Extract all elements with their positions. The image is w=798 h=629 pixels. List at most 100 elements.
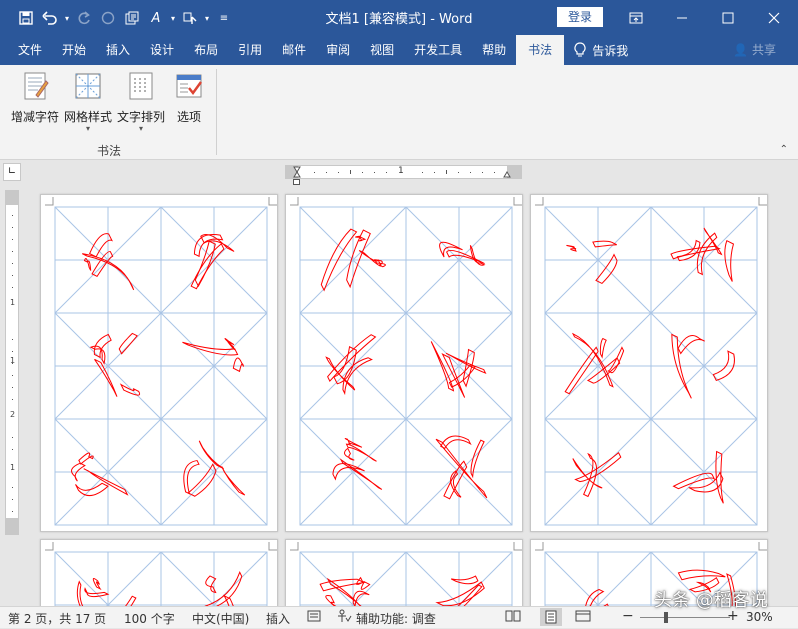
touch-mode-dropdown-icon[interactable]: ▾ xyxy=(202,7,212,29)
grid-cell xyxy=(544,551,652,606)
grid-cell xyxy=(299,206,407,314)
text-arrange-label: 文字排列 xyxy=(116,110,165,124)
grid-cell xyxy=(54,551,162,606)
calligraphy-character xyxy=(319,576,371,606)
quick-access-toolbar: ▾ A ▾ ▾ ≡ xyxy=(14,7,236,29)
tab-stop-selector[interactable]: ∟ xyxy=(3,163,21,181)
vruler-number: 2 xyxy=(9,410,16,419)
customize-icon[interactable]: ≡ xyxy=(212,7,236,29)
collapse-ribbon-icon[interactable]: ⌃ xyxy=(780,144,788,155)
tab-view[interactable]: 视图 xyxy=(360,35,404,65)
language-indicator[interactable]: 中文(中国) xyxy=(192,610,249,627)
ribbon-display-icon[interactable] xyxy=(613,0,659,35)
tab-insert[interactable]: 插入 xyxy=(96,35,140,65)
lightbulb-icon xyxy=(574,42,586,57)
login-button[interactable]: 登录 xyxy=(557,7,603,27)
web-layout-icon[interactable] xyxy=(575,609,591,626)
practice-grid xyxy=(290,197,522,526)
calligraphy-character xyxy=(566,240,618,285)
zoom-out-icon[interactable]: − xyxy=(622,608,634,624)
vertical-scrollbar[interactable] xyxy=(787,182,798,606)
macro-record-icon[interactable] xyxy=(307,609,321,626)
minimize-icon[interactable] xyxy=(659,0,705,35)
calligraphy-character xyxy=(332,437,383,490)
layout-icon[interactable] xyxy=(120,7,144,29)
document-pages[interactable] xyxy=(22,182,798,606)
redo-icon[interactable] xyxy=(72,7,96,29)
horizontal-ruler[interactable]: 1 xyxy=(285,165,522,179)
save-icon[interactable] xyxy=(14,7,38,29)
grid-cell xyxy=(405,206,513,314)
tell-me-search[interactable]: 告诉我 xyxy=(564,35,638,65)
word-count[interactable]: 100 个字 xyxy=(124,610,175,627)
insert-mode[interactable]: 插入 xyxy=(266,610,290,627)
calligraphy-group-label: 书法 xyxy=(97,144,122,158)
tab-developer[interactable]: 开发工具 xyxy=(404,35,472,65)
tab-home[interactable]: 开始 xyxy=(52,35,96,65)
options-button[interactable]: 选项 xyxy=(170,71,208,125)
tab-layout[interactable]: 布局 xyxy=(184,35,228,65)
calligraphy-character xyxy=(89,332,141,397)
calligraphy-page[interactable] xyxy=(40,194,278,532)
undo-icon[interactable] xyxy=(38,7,62,29)
zoom-slider-thumb[interactable] xyxy=(664,612,668,623)
calligraphy-page[interactable] xyxy=(285,194,523,532)
vertical-ruler[interactable]: 1 1 2 1 xyxy=(5,190,19,535)
calligraphy-character xyxy=(435,575,485,606)
tab-references[interactable]: 引用 xyxy=(228,35,272,65)
text-effects-dropdown-icon[interactable]: ▾ xyxy=(168,7,178,29)
zoom-level[interactable]: 30% xyxy=(746,610,773,624)
calligraphy-character xyxy=(190,233,235,290)
zoom-slider[interactable] xyxy=(640,617,730,618)
person-icon: 👤 xyxy=(733,43,749,57)
calligraphy-page[interactable] xyxy=(40,539,278,606)
read-mode-icon[interactable] xyxy=(505,609,521,626)
text-arrange-icon xyxy=(129,72,153,100)
close-icon[interactable] xyxy=(751,0,797,35)
share-button[interactable]: 👤 共享 xyxy=(723,35,798,65)
tab-help[interactable]: 帮助 xyxy=(472,35,516,65)
tab-file[interactable]: 文件 xyxy=(0,35,52,65)
grid-style-button[interactable]: 网格样式 ▾ xyxy=(62,71,114,133)
tab-mailings[interactable]: 邮件 xyxy=(272,35,316,65)
grid-cell xyxy=(544,418,652,526)
add-remove-chars-label: 增减字符 xyxy=(10,110,59,124)
grid-cell xyxy=(54,312,162,420)
practice-grid xyxy=(535,197,767,526)
vruler-number: 1 xyxy=(9,298,16,307)
tell-me-label: 告诉我 xyxy=(592,43,629,58)
grid-cell xyxy=(544,206,652,314)
maximize-icon[interactable] xyxy=(705,0,751,35)
undo-dropdown-icon[interactable]: ▾ xyxy=(62,7,72,29)
grid-style-icon xyxy=(75,73,101,99)
add-remove-chars-icon xyxy=(24,72,49,100)
grid-cell xyxy=(650,206,758,314)
grid-cell xyxy=(54,418,162,526)
text-arrange-caret-icon: ▾ xyxy=(138,124,143,133)
touch-mode-icon[interactable] xyxy=(178,7,202,29)
grid-cell xyxy=(160,312,268,420)
title-bar: ▾ A ▾ ▾ ≡ 文档1 [兼容模式] - Word 登录 xyxy=(0,0,798,35)
options-icon xyxy=(176,74,203,98)
calligraphy-page[interactable] xyxy=(530,194,768,532)
accessibility-icon[interactable] xyxy=(336,609,352,626)
circle-icon[interactable] xyxy=(96,7,120,29)
page-count[interactable]: 第 2 页，共 17 页 xyxy=(8,610,106,627)
tab-design[interactable]: 设计 xyxy=(140,35,184,65)
share-label: 共享 xyxy=(751,43,776,57)
vruler-number: 1 xyxy=(9,463,16,472)
text-effects-icon[interactable]: A xyxy=(144,7,168,29)
accessibility-status[interactable]: 辅助功能: 调查 xyxy=(356,610,436,627)
print-layout-icon[interactable] xyxy=(540,608,562,626)
vruler-number: 1 xyxy=(9,356,16,365)
text-arrange-button[interactable]: 文字排列 ▾ xyxy=(115,71,167,133)
ribbon-panel: 增减字符 网格样式 ▾ 文字排列 ▾ 选项 书法 ⌃ xyxy=(0,65,798,160)
add-remove-chars-button[interactable]: 增减字符 xyxy=(8,71,62,125)
grid-cell xyxy=(405,312,513,420)
tab-calligraphy[interactable]: 书法 xyxy=(516,35,565,65)
grid-cell xyxy=(544,312,652,420)
group-separator xyxy=(216,69,217,155)
calligraphy-character xyxy=(204,571,243,606)
calligraphy-page[interactable] xyxy=(285,539,523,606)
tab-review[interactable]: 审阅 xyxy=(316,35,360,65)
